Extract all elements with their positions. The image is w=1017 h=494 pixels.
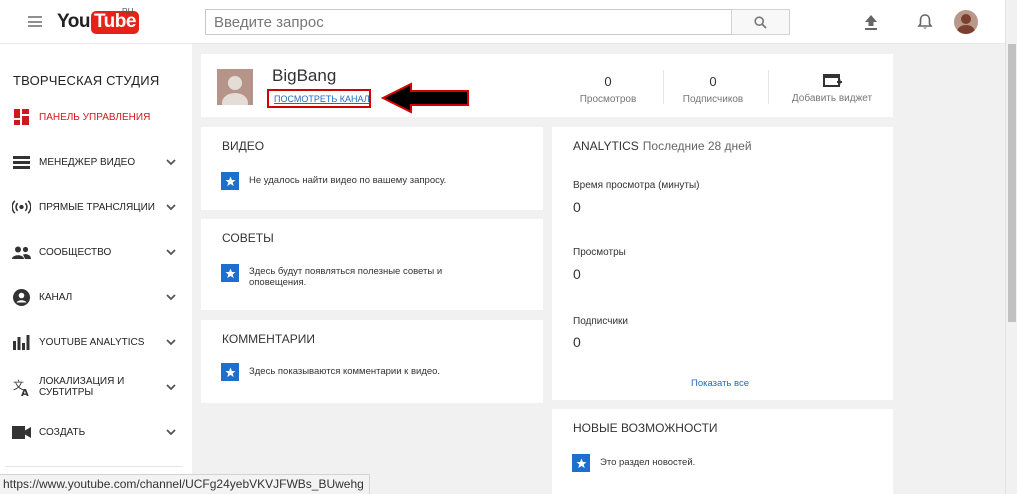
nav-label-community: СООБЩЕСТВО	[39, 246, 112, 258]
menu-icon[interactable]	[28, 16, 42, 27]
create-video-icon	[12, 423, 31, 442]
views-count: 0	[604, 74, 612, 89]
nav-item-live[interactable]: ПРЯМЫЕ ТРАНСЛЯЦИИ	[0, 192, 192, 222]
comments-card: КОММЕНТАРИИ Здесь показываются комментар…	[201, 320, 543, 403]
nav-item-analytics[interactable]: YOUTUBE ANALYTICS	[0, 327, 192, 357]
dashboard-icon	[12, 108, 31, 127]
analytics-period: Последние 28 дней	[642, 139, 752, 153]
sidebar-divider	[5, 466, 183, 467]
add-widget-icon	[781, 74, 883, 90]
channel-avatar[interactable]	[217, 69, 253, 105]
star-icon	[221, 172, 239, 190]
video-message: Не удалось найти видео по вашему запросу…	[249, 175, 447, 186]
nav-item-community[interactable]: СООБЩЕСТВО	[0, 237, 192, 267]
add-widget-label: Добавить виджет	[791, 93, 873, 104]
status-bar-url: https://www.youtube.com/channel/UCFg24ye…	[0, 474, 370, 494]
analytics-header: ANALYTICS Последние 28 дней	[573, 139, 752, 153]
masthead: You Tube RU	[0, 0, 1005, 44]
comments-section-title: КОММЕНТАРИИ	[222, 332, 316, 346]
analytics-views-label: Просмотры	[573, 247, 626, 258]
tips-info-row: Здесь будут появляться полезные советы и…	[221, 264, 479, 288]
annotation-arrow-icon	[381, 82, 469, 114]
news-section-title: НОВЫЕ ВОЗМОЖНОСТИ	[573, 421, 718, 435]
nav-label-dashboard: ПАНЕЛЬ УПРАВЛЕНИЯ	[39, 111, 151, 123]
watch-time-label: Время просмотра (минуты)	[573, 180, 700, 191]
chevron-down-icon[interactable]	[165, 201, 177, 213]
chevron-down-icon[interactable]	[165, 426, 177, 438]
search-icon	[754, 15, 767, 29]
search-button[interactable]	[731, 9, 790, 35]
show-all-link[interactable]: Показать все	[691, 378, 749, 389]
nav-item-create[interactable]: СОЗДАТЬ	[0, 417, 192, 447]
account-avatar[interactable]	[954, 10, 978, 34]
nav-label-channel: КАНАЛ	[39, 291, 73, 303]
logo-you-text: You	[57, 11, 90, 32]
news-card: НОВЫЕ ВОЗМОЖНОСТИ Это раздел новостей.	[552, 409, 893, 494]
video-manager-icon	[12, 153, 31, 172]
chevron-down-icon[interactable]	[165, 291, 177, 303]
analytics-views-value: 0	[573, 266, 581, 282]
chevron-down-icon[interactable]	[165, 246, 177, 258]
nav-label-analytics: YOUTUBE ANALYTICS	[39, 336, 145, 348]
live-broadcast-icon	[12, 198, 31, 217]
analytics-subscribers-value: 0	[573, 334, 581, 350]
news-message: Это раздел новостей.	[600, 457, 696, 468]
video-section-title: ВИДЕО	[222, 139, 265, 153]
analytics-title: ANALYTICS	[573, 139, 639, 153]
star-icon	[221, 363, 239, 381]
nav-label-video-manager: МЕНЕДЖЕР ВИДЕО	[39, 156, 136, 168]
search-box	[205, 9, 732, 35]
stat-views: 0 Просмотров	[568, 74, 648, 105]
nav-item-translations[interactable]: 文A ЛОКАЛИЗАЦИЯ И СУБТИТРЫ	[0, 372, 192, 402]
nav-item-channel[interactable]: КАНАЛ	[0, 282, 192, 312]
video-info-row: Не удалось найти видео по вашему запросу…	[221, 172, 446, 190]
watch-time-value: 0	[573, 199, 581, 215]
nav-item-dashboard[interactable]: ПАНЕЛЬ УПРАВЛЕНИЯ	[0, 102, 192, 132]
comments-message: Здесь показываются комментарии к видео.	[249, 366, 441, 377]
analytics-subscribers-label: Подписчики	[573, 316, 629, 327]
chevron-down-icon[interactable]	[165, 156, 177, 168]
comments-info-row: Здесь показываются комментарии к видео.	[221, 363, 440, 381]
studio-sidebar: ТВОРЧЕСКАЯ СТУДИЯ ПАНЕЛЬ УПРАВЛЕНИЯ МЕНЕ…	[0, 44, 192, 494]
channel-icon	[12, 288, 31, 307]
notifications-bell-icon[interactable]	[915, 12, 935, 32]
studio-title: ТВОРЧЕСКАЯ СТУДИЯ	[13, 73, 160, 88]
scrollbar-thumb[interactable]	[1008, 44, 1016, 322]
news-info-row: Это раздел новостей.	[572, 454, 695, 472]
video-card: ВИДЕО Не удалось найти видео по вашему з…	[201, 127, 543, 210]
channel-header-card: BigBang ПОСМОТРЕТЬ КАНАЛ 0 Просмотров 0 …	[201, 54, 893, 117]
stat-divider	[768, 70, 769, 104]
star-icon	[221, 264, 239, 282]
stat-subscribers: 0 Подписчиков	[673, 74, 753, 105]
add-widget-button[interactable]: Добавить виджет	[781, 74, 883, 104]
tips-message: Здесь будут появляться полезные советы и…	[249, 266, 443, 288]
analytics-icon	[12, 333, 31, 352]
nav-label-translations: ЛОКАЛИЗАЦИЯ И СУБТИТРЫ	[39, 376, 125, 398]
tips-card: СОВЕТЫ Здесь будут появляться полезные с…	[201, 219, 543, 310]
logo-region: RU	[122, 7, 134, 16]
translate-icon: 文A	[12, 378, 31, 397]
upload-icon[interactable]	[861, 12, 881, 32]
channel-name: BigBang	[272, 66, 337, 85]
star-icon	[572, 454, 590, 472]
community-icon	[12, 243, 31, 262]
subscribers-count: 0	[709, 74, 717, 89]
youtube-logo[interactable]: You Tube RU	[57, 7, 139, 34]
view-channel-link[interactable]: ПОСМОТРЕТЬ КАНАЛ	[274, 94, 370, 104]
chevron-down-icon[interactable]	[165, 381, 177, 393]
views-label: Просмотров	[579, 94, 637, 105]
stat-divider	[663, 70, 664, 104]
svg-text:A: A	[21, 388, 29, 396]
search-input[interactable]	[206, 10, 731, 34]
chevron-down-icon[interactable]	[165, 336, 177, 348]
nav-label-create: СОЗДАТЬ	[39, 426, 86, 438]
page-scrollbar[interactable]	[1005, 0, 1017, 494]
annotation-highlight-box: ПОСМОТРЕТЬ КАНАЛ	[267, 89, 371, 108]
nav-label-live: ПРЯМЫЕ ТРАНСЛЯЦИИ	[39, 201, 155, 213]
tips-section-title: СОВЕТЫ	[222, 231, 274, 245]
analytics-card: ANALYTICS Последние 28 дней Время просмот…	[552, 127, 893, 400]
nav-item-video-manager[interactable]: МЕНЕДЖЕР ВИДЕО	[0, 147, 192, 177]
subscribers-label: Подписчиков	[682, 94, 744, 105]
